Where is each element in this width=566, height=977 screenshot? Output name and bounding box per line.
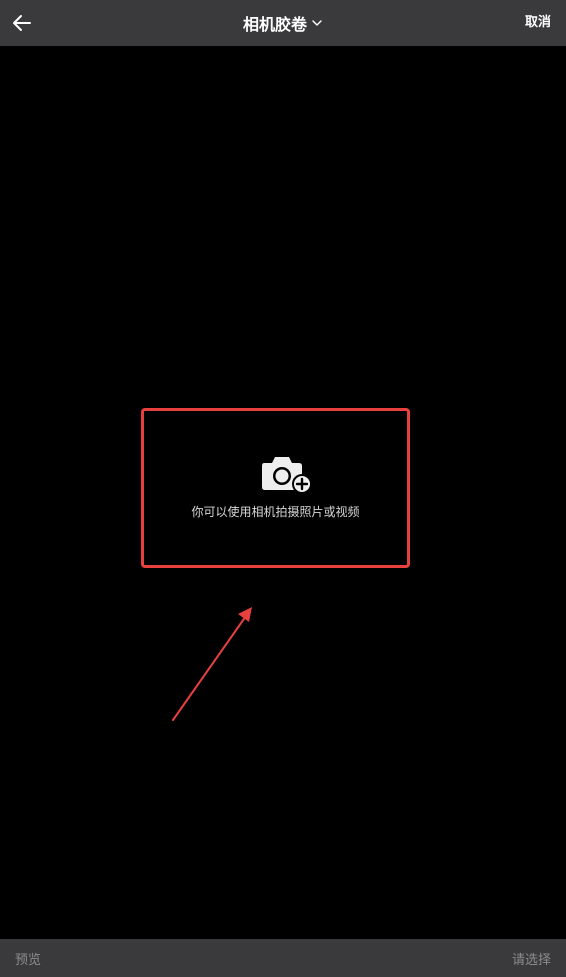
back-button[interactable]	[8, 8, 38, 38]
footer-bar: 预览 请选择	[0, 939, 566, 977]
page-title: 相机胶卷	[242, 15, 308, 34]
album-picker-screen: 相机胶卷 取消 你可以使用相机拍摄照片或视频 预览 请选择	[0, 0, 566, 977]
chevron-down-icon	[311, 17, 323, 29]
header-bar: 相机胶卷 取消	[0, 0, 566, 46]
album-title-dropdown[interactable]: 相机胶卷	[243, 0, 323, 46]
arrow-left-icon	[13, 15, 31, 31]
empty-state-message: 你可以使用相机拍摄照片或视频	[191, 505, 360, 519]
preview-button[interactable]: 预览	[15, 939, 41, 977]
cancel-button[interactable]: 取消	[525, 0, 551, 46]
empty-state-box[interactable]: 你可以使用相机拍摄照片或视频	[141, 408, 410, 568]
camera-add-icon[interactable]	[258, 449, 314, 497]
select-button[interactable]: 请选择	[512, 939, 551, 977]
